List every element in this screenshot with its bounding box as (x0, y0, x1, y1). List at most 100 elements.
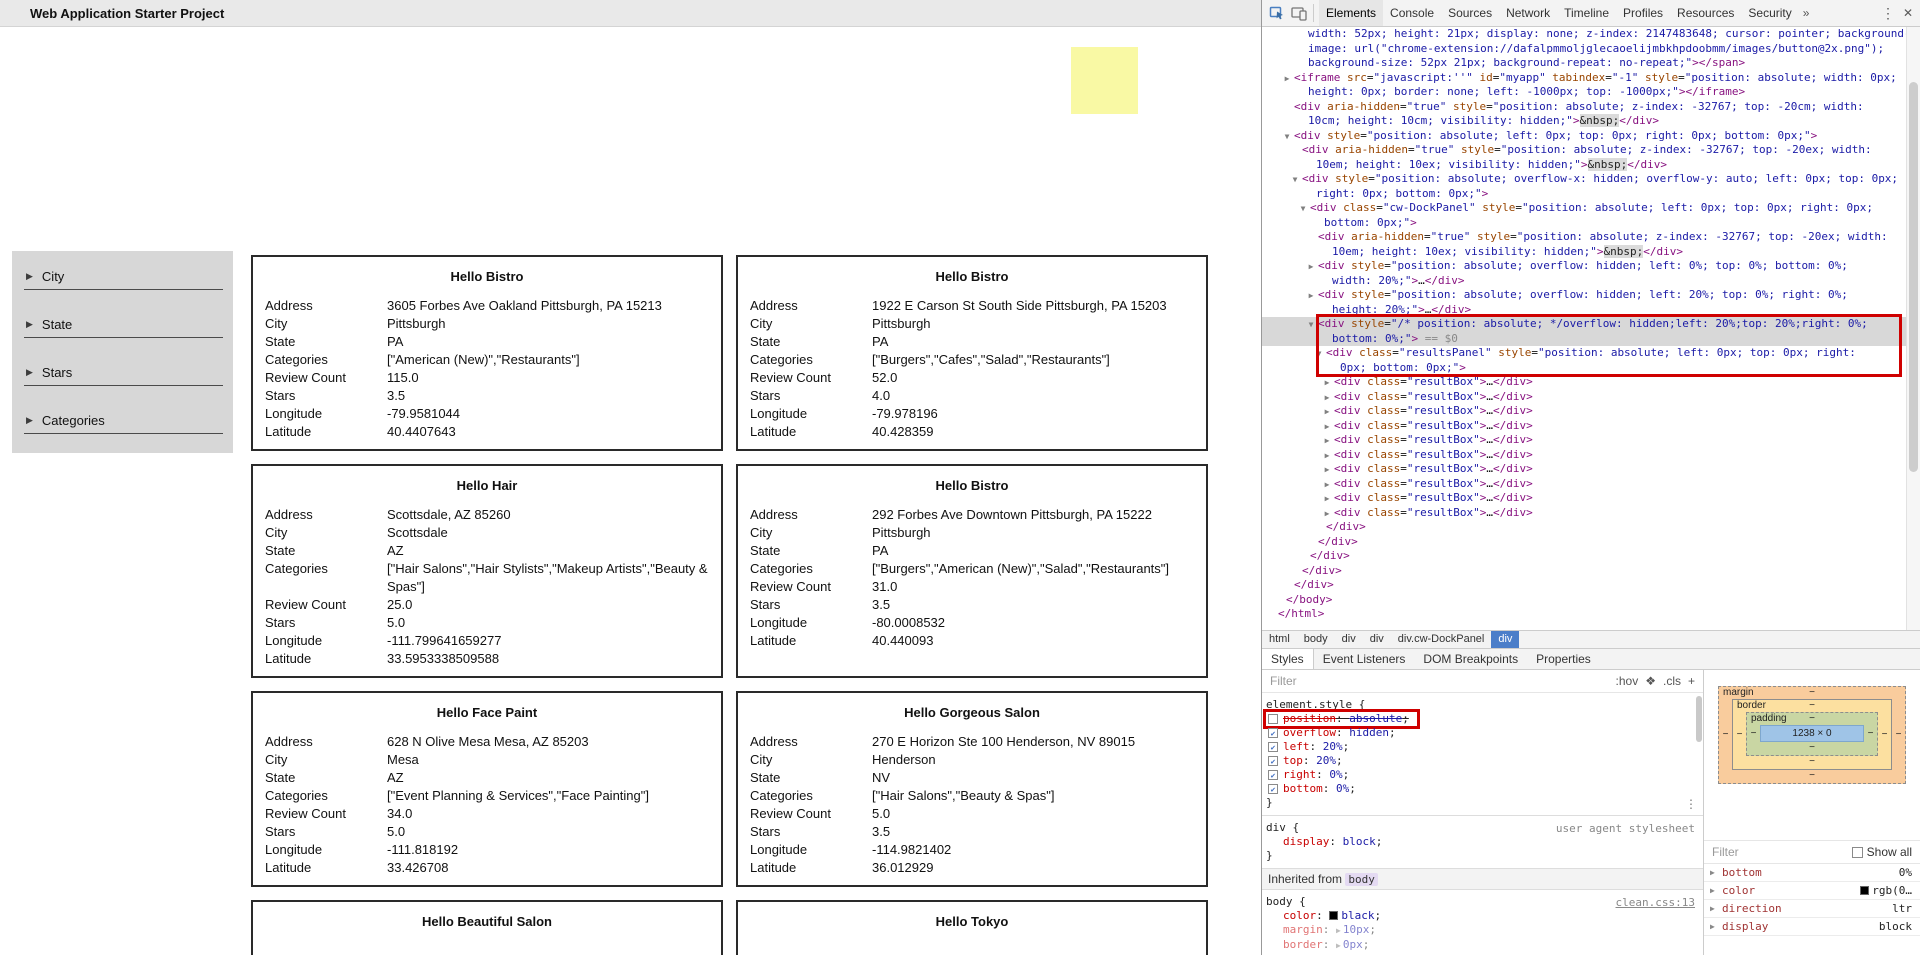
code-line[interactable]: ▼ <div style="position: absolute; left: 0… (1262, 129, 1920, 144)
code-line[interactable]: ▶ <div style="position: absolute; overflo… (1262, 259, 1920, 274)
style-property[interactable]: ✔ top: 20%; (1266, 754, 1699, 768)
property-checkbox[interactable] (1268, 714, 1278, 724)
style-property[interactable]: ✔ left: 20%; (1266, 740, 1699, 754)
expand-arrow-icon[interactable]: ▶ (1322, 378, 1332, 387)
code-line[interactable]: bottom: 0px;"> (1262, 216, 1920, 231)
sidebar-tab-event-listeners[interactable]: Event Listeners (1314, 649, 1415, 669)
code-line[interactable]: ▼ <div style="position: absolute; overflo… (1262, 172, 1920, 187)
code-line[interactable]: <div aria-hidden="true" style="position:… (1262, 143, 1920, 158)
style-property[interactable]: color: black; (1266, 909, 1699, 923)
style-property[interactable]: position: absolute; (1263, 709, 1420, 729)
code-line[interactable]: ▶ <div class="resultBox">…</div> (1262, 433, 1920, 448)
code-line[interactable]: ▼ <div class="cw-DockPanel" style="positi… (1262, 201, 1920, 216)
code-line[interactable]: ▶ <div class="resultBox">…</div> (1262, 477, 1920, 492)
property-checkbox[interactable]: ✔ (1268, 770, 1278, 780)
code-line[interactable]: </div> (1262, 535, 1920, 550)
code-line[interactable]: ▼ <div class="resultsPanel" style="positi… (1262, 346, 1920, 361)
styles-scrollbar[interactable] (1695, 694, 1703, 754)
expand-arrow-icon[interactable]: ▶ (1306, 291, 1316, 300)
style-property[interactable]: ✔ bottom: 0%; (1266, 782, 1699, 796)
element-state-icon[interactable]: ❖ (1645, 674, 1656, 688)
code-line[interactable]: ▶ <div class="resultBox">…</div> (1262, 506, 1920, 521)
expand-arrow-icon[interactable]: ▶ (1322, 480, 1332, 489)
devtools-close-icon[interactable]: ✕ (1903, 6, 1913, 20)
computed-property-row[interactable]: ▶ direction ltr (1704, 900, 1920, 918)
elements-scrollbar[interactable] (1906, 27, 1920, 630)
tab-security[interactable]: Security (1741, 0, 1798, 26)
code-line[interactable]: ▶ <div class="resultBox">…</div> (1262, 462, 1920, 477)
computed-property-row[interactable]: ▶ display block (1704, 918, 1920, 936)
tab-network[interactable]: Network (1499, 0, 1557, 26)
filter-item-city[interactable]: ▶ City (24, 251, 223, 290)
property-checkbox[interactable]: ✔ (1268, 728, 1278, 738)
tab-console[interactable]: Console (1383, 0, 1441, 26)
elements-scrollbar-thum b[interactable] (1909, 82, 1918, 472)
breadcrumb-div[interactable]: div (1363, 631, 1391, 648)
expand-arrow-icon[interactable]: ▶ (1322, 509, 1332, 518)
code-line[interactable]: height: 20%;">…</div> (1262, 303, 1920, 318)
expand-arrow-icon[interactable]: ▶ (1322, 451, 1332, 460)
class-toggle[interactable]: .cls (1663, 674, 1681, 688)
device-toolbar-icon[interactable] (1288, 2, 1310, 24)
expand-arrow-icon[interactable]: ▶ (1322, 465, 1332, 474)
inspect-element-icon[interactable] (1266, 2, 1288, 24)
code-line[interactable]: 10em; height: 10ex; visibility: hidden;"… (1262, 157, 1920, 173)
shorthand-expand-icon[interactable]: ▶ (1336, 941, 1341, 950)
code-line[interactable]: ▶ <div class="resultBox">…</div> (1262, 491, 1920, 506)
styles-scrollbar-thumb[interactable] (1696, 696, 1702, 742)
code-line[interactable]: background-size: 52px 21px; background-r… (1262, 56, 1920, 71)
collapse-arrow-icon[interactable]: ▼ (1306, 320, 1316, 329)
padding-box[interactable]: padding − − 1238 × 0 − − (1746, 712, 1878, 756)
code-line[interactable]: <div aria-hidden="true" style="position:… (1262, 100, 1920, 115)
code-line[interactable]: width: 52px; height: 21px; display: none… (1262, 27, 1920, 42)
add-rule-button[interactable]: + (1688, 674, 1695, 688)
tab-sources[interactable]: Sources (1441, 0, 1499, 26)
computed-property-row[interactable]: ▶ color rgb(0… (1704, 882, 1920, 900)
code-line[interactable]: 0px; bottom: 0px;"> (1262, 361, 1920, 376)
computed-filter-input[interactable]: Filter (1712, 845, 1739, 859)
code-line[interactable]: ▶ <div style="position: absolute; overflo… (1262, 288, 1920, 303)
filter-item-stars[interactable]: ▶ Stars (24, 338, 223, 386)
code-line[interactable]: ▶ <div class="resultBox">…</div> (1262, 390, 1920, 405)
expand-arrow-icon[interactable]: ▶ (1322, 436, 1332, 445)
breadcrumb-html[interactable]: html (1262, 631, 1297, 648)
expand-arrow-icon[interactable]: ▶ (1322, 407, 1332, 416)
code-line[interactable]: </div> (1262, 578, 1920, 593)
code-line[interactable]: bottom: 0%;"> == $0 (1262, 331, 1920, 346)
inherited-node-link[interactable]: body (1345, 873, 1378, 886)
devtools-menu-icon[interactable]: ⋮ (1881, 5, 1895, 22)
expand-arrow-icon[interactable]: ▶ (1710, 886, 1715, 895)
filter-item-categories[interactable]: ▶ Categories (24, 386, 223, 434)
rule-menu-icon[interactable]: ⋮ (1685, 797, 1697, 811)
expand-arrow-icon[interactable]: ▶ (1306, 262, 1316, 271)
expand-arrow-icon[interactable]: ▶ (1322, 494, 1332, 503)
more-tabs-chevron-icon[interactable]: » (1799, 6, 1814, 20)
tab-elements[interactable]: Elements (1319, 0, 1384, 26)
property-checkbox[interactable]: ✔ (1268, 742, 1278, 752)
collapse-arrow-icon[interactable]: ▼ (1290, 175, 1300, 184)
computed-property-row[interactable]: ▶ bottom 0% (1704, 864, 1920, 882)
property-checkbox[interactable]: ✔ (1268, 784, 1278, 794)
shorthand-expand-icon[interactable]: ▶ (1336, 926, 1341, 935)
expand-arrow-icon[interactable]: ▶ (1710, 922, 1715, 931)
border-box[interactable]: border − − padding − − 1238 × 0 − − − − (1732, 699, 1892, 770)
breadcrumb-body[interactable]: body (1297, 631, 1335, 648)
style-property[interactable]: border: ▶ 0px; (1266, 938, 1699, 953)
code-line[interactable]: </div> (1262, 520, 1920, 535)
style-property[interactable]: ✔ overflow: hidden; (1266, 726, 1699, 740)
breadcrumb-div-cw-dockpanel[interactable]: div.cw-DockPanel (1391, 631, 1492, 648)
expand-arrow-icon[interactable]: ▶ (1710, 868, 1715, 877)
tab-timeline[interactable]: Timeline (1557, 0, 1616, 26)
code-line[interactable]: 10em; height: 10ex; visibility: hidden;"… (1262, 244, 1920, 260)
collapse-arrow-icon[interactable]: ▼ (1314, 349, 1324, 358)
tab-profiles[interactable]: Profiles (1616, 0, 1670, 26)
sidebar-tab-styles[interactable]: Styles (1262, 649, 1314, 669)
code-line[interactable]: ▶ <div class="resultBox">…</div> (1262, 375, 1920, 390)
style-property[interactable]: margin: ▶ 10px; (1266, 923, 1699, 938)
expand-arrow-icon[interactable]: ▶ (1322, 422, 1332, 431)
breadcrumb-div[interactable]: div (1491, 631, 1520, 648)
style-property[interactable]: ✔ right: 0%; (1266, 768, 1699, 782)
code-line[interactable]: 10cm; height: 10cm; visibility: hidden;"… (1262, 114, 1920, 129)
pseudo-state-toggle[interactable]: :hov (1616, 674, 1639, 688)
code-line[interactable]: image: url("chrome-extension://dafalpmmo… (1262, 42, 1920, 57)
